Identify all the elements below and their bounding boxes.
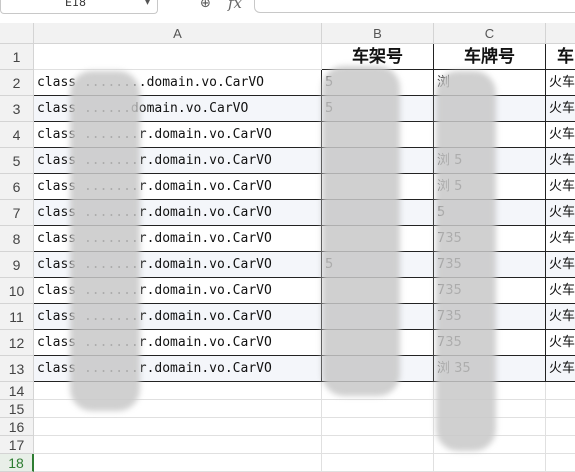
table-cell-d[interactable]: 火车 [546,226,575,252]
table-cell-d[interactable]: 火车 [546,330,575,356]
table-cell-d[interactable]: 火车 [546,174,575,200]
empty-cell[interactable] [322,454,434,472]
row-header-13[interactable]: 13 [0,356,34,382]
column-header-a[interactable]: A [34,23,322,44]
header-cell-c[interactable]: 车牌号 [434,44,546,70]
row-header-6[interactable]: 6 [0,174,34,200]
row-header-7[interactable]: 7 [0,200,34,226]
column-header-b[interactable]: B [322,23,434,44]
empty-cell[interactable] [546,454,575,472]
select-all-corner[interactable] [0,23,34,44]
table-cell-d[interactable]: 火车 [546,122,575,148]
table-cell-d[interactable]: 火车 [546,278,575,304]
row-header-12[interactable]: 12 [0,330,34,356]
header-cell-a[interactable] [34,44,322,70]
row-header-11[interactable]: 11 [0,304,34,330]
row-header-9[interactable]: 9 [0,252,34,278]
table-cell-d[interactable]: 火车 [546,356,575,382]
row-header-15[interactable]: 15 [0,400,34,418]
row-header-3[interactable]: 3 [0,96,34,122]
table-cell-d[interactable]: 火车 [546,200,575,226]
empty-cell[interactable] [34,418,322,436]
empty-cell[interactable] [546,436,575,454]
empty-cell[interactable] [546,400,575,418]
empty-cell[interactable] [434,454,546,472]
cell-reference: E18 [65,0,86,9]
redaction-blur [322,66,400,396]
chevron-down-icon[interactable]: ▾ [145,0,150,8]
zoom-icon[interactable]: ⊕ [200,0,211,11]
formula-input[interactable] [254,0,575,13]
empty-cell[interactable] [322,436,434,454]
row-header-2[interactable]: 2 [0,70,34,96]
formula-bar: E18 ▾ ⊕ fx [0,0,575,17]
empty-cell[interactable] [34,454,322,472]
row-header-4[interactable]: 4 [0,122,34,148]
row-header-5[interactable]: 5 [0,148,34,174]
table-cell-d[interactable]: 火车 [546,96,575,122]
spreadsheet-grid: A B C 1 车架号 车牌号车 2 class ........domain.vo.CarV… [0,16,575,472]
redaction-blur [436,71,496,451]
column-header-d[interactable] [546,23,575,44]
row-header-1[interactable]: 1 [0,44,34,70]
table-cell-d[interactable]: 火车 [546,304,575,330]
redaction-blur [70,71,140,411]
fx-icon[interactable]: fx [228,0,242,12]
header-cell-d[interactable]: 车 [546,44,575,70]
row-header-17[interactable]: 17 [0,436,34,454]
empty-cell[interactable] [322,400,434,418]
row-header-8[interactable]: 8 [0,226,34,252]
name-box[interactable]: E18 ▾ [0,0,158,14]
empty-cell[interactable] [546,418,575,436]
row-header-10[interactable]: 10 [0,278,34,304]
empty-cell[interactable] [34,436,322,454]
row-header-18[interactable]: 18 [0,454,34,472]
empty-cell[interactable] [322,418,434,436]
table-cell-d[interactable]: 火车 [546,148,575,174]
table-cell-d[interactable]: 火车 [546,252,575,278]
empty-cell[interactable] [546,382,575,400]
table-cell-d[interactable]: 火车 [546,70,575,96]
row-header-14[interactable]: 14 [0,382,34,400]
column-header-c[interactable]: C [434,23,546,44]
row-header-16[interactable]: 16 [0,418,34,436]
